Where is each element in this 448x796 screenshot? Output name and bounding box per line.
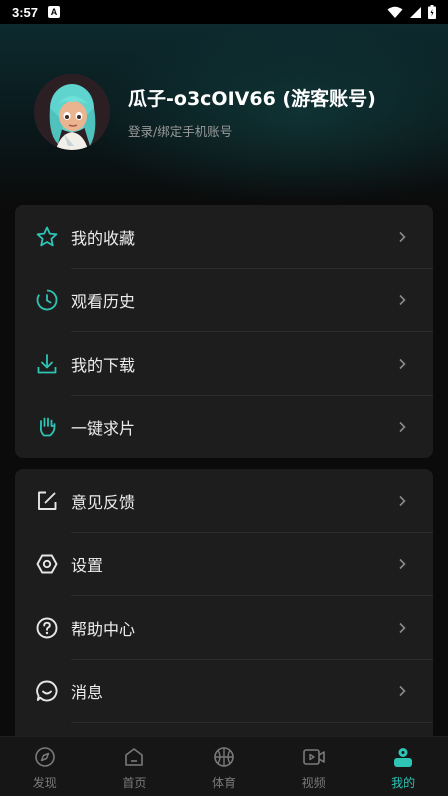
chevron-right-icon (399, 495, 406, 506)
menu-item-messages[interactable]: 消息 (15, 660, 433, 723)
menu-label: 观看历史 (71, 292, 136, 312)
menu-item-favorites[interactable]: 我的收藏 (15, 205, 433, 269)
tab-label: 视频 (301, 776, 326, 790)
tab-label: 发现 (32, 776, 57, 790)
hand-icon (35, 415, 59, 439)
menu-item-history[interactable]: 观看历史 (15, 269, 433, 332)
profile-text: 瓜子-o3cOIV66 (游客账号) 登录/绑定手机账号 (128, 84, 376, 140)
tab-discover[interactable]: 发现 (0, 737, 90, 796)
profile-section[interactable]: 瓜子-o3cOIV66 (游客账号) 登录/绑定手机账号 (34, 74, 376, 150)
menu-item-help-center[interactable]: 帮助中心 (15, 596, 433, 660)
download-icon (35, 352, 59, 376)
tab-label: 体育 (211, 776, 236, 790)
avatar[interactable] (34, 74, 110, 150)
signal-icon (410, 6, 421, 18)
tab-home[interactable]: 首页 (90, 737, 180, 796)
clock-icon (35, 288, 59, 312)
status-bar: 3:57 A (0, 0, 448, 24)
edit-icon (35, 489, 59, 513)
battery-icon (428, 5, 436, 19)
chevron-right-icon (399, 231, 406, 242)
menu-card-primary: 我的收藏 观看历史 我的下载 一键求片 (15, 205, 433, 458)
home-icon (122, 745, 146, 769)
video-icon (302, 745, 326, 769)
profile-name: 瓜子-o3cOIV66 (游客账号) (128, 88, 376, 110)
menu-card-secondary: 意见反馈 设置 帮助中心 消息 (15, 469, 433, 759)
status-icons (387, 5, 436, 19)
menu-item-feedback[interactable]: 意见反馈 (15, 469, 433, 533)
chevron-right-icon (399, 358, 406, 369)
message-icon (35, 679, 59, 703)
chevron-right-icon (399, 559, 406, 570)
notification-icon: A (48, 6, 61, 18)
tab-sports[interactable]: 体育 (179, 737, 269, 796)
divider (71, 722, 433, 723)
menu-item-request-movie[interactable]: 一键求片 (15, 396, 433, 460)
basketball-icon (212, 745, 236, 769)
bottom-tab-bar: 发现 首页 体育 视频 我的 (0, 736, 448, 796)
compass-icon (33, 745, 57, 769)
profile-icon (391, 745, 415, 769)
menu-label: 帮助中心 (71, 619, 136, 639)
status-time: 3:57 (12, 4, 39, 20)
tab-label: 首页 (122, 776, 147, 790)
chevron-right-icon (399, 422, 406, 433)
chevron-right-icon (399, 622, 406, 633)
menu-label: 一键求片 (71, 419, 136, 439)
star-icon (35, 225, 59, 249)
wifi-icon (387, 6, 403, 18)
menu-label: 设置 (71, 556, 104, 576)
tab-video[interactable]: 视频 (269, 737, 359, 796)
tab-profile[interactable]: 我的 (358, 737, 448, 796)
menu-label: 消息 (71, 683, 104, 703)
chevron-right-icon (399, 295, 406, 306)
chevron-right-icon (399, 686, 406, 697)
help-icon (35, 616, 59, 640)
tab-label: 我的 (391, 776, 416, 790)
menu-item-settings[interactable]: 设置 (15, 533, 433, 596)
menu-label: 意见反馈 (71, 492, 136, 512)
menu-label: 我的收藏 (71, 228, 136, 248)
menu-item-downloads[interactable]: 我的下载 (15, 332, 433, 396)
settings-icon (35, 552, 59, 576)
login-bind-link[interactable]: 登录/绑定手机账号 (128, 121, 376, 140)
menu-label: 我的下载 (71, 355, 136, 375)
